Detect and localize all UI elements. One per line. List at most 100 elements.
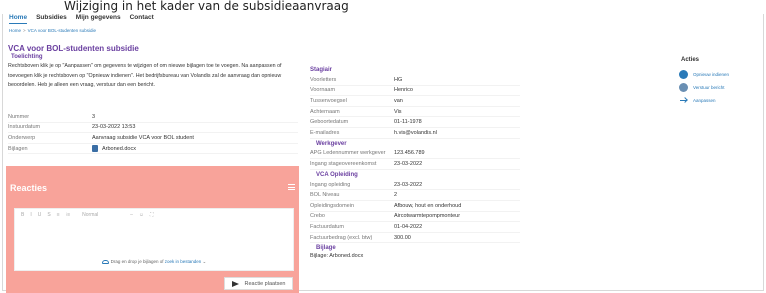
stagiair-heading: Stagiair	[310, 67, 333, 73]
app-frame: Home Subsidies Mijn gegevens Contact Hom…	[2, 12, 765, 293]
detail-row: Factuurbedrag (excl. btw) 300.00	[310, 233, 520, 244]
vca-heading: VCA Opleiding	[316, 171, 358, 178]
meta-label: Instuurdatum	[8, 124, 41, 131]
werkgever-heading: Werkgever	[316, 140, 347, 147]
attachment-name[interactable]: Arboned.docx	[102, 146, 136, 152]
detail-value: 2	[394, 192, 398, 199]
breadcrumb-home[interactable]: Home	[9, 28, 21, 33]
comment-editor[interactable]: B I U S ≡ ⁝≡ Normal – ☺ ⛶ Drag en drop j…	[14, 208, 294, 271]
resubmit-action[interactable]: Opnieuw indienen	[679, 68, 765, 81]
post-reaction-label: Reactie plaatsen	[244, 280, 286, 287]
detail-label: Voorletters	[310, 76, 337, 83]
detail-value: 01-04-2022	[394, 223, 423, 230]
meta-value: 23-03-2022 13:53	[92, 124, 136, 131]
detail-value: Henrico	[394, 87, 413, 94]
actions-panel: Acties Opnieuw indienen Verstuur bericht…	[679, 57, 765, 107]
strikethrough-button[interactable]: S	[47, 212, 50, 218]
drop-text: Drag en drop je bijlagen of	[110, 259, 164, 264]
arrow-right-icon	[679, 96, 688, 105]
resubmit-label: Opnieuw indienen	[693, 72, 730, 77]
meta-row: Instuurdatum 23-03-2022 13:53	[8, 123, 298, 134]
detail-value: HG	[394, 76, 403, 83]
attachment-link[interactable]: Arboned.docx	[92, 145, 136, 153]
toelichting-heading: Toelichting	[11, 54, 43, 60]
chevron-down-icon[interactable]: ⌄	[203, 259, 207, 264]
detail-value: h.vis@volandis.nl	[394, 129, 437, 136]
request-meta: Nummer 3 Instuurdatum 23-03-2022 13:53 O…	[8, 112, 298, 155]
underline-button[interactable]: U	[38, 212, 42, 218]
bijlage-heading: Bijlage	[316, 245, 336, 252]
detail-label: BOL Niveau	[310, 192, 340, 199]
user-message-icon	[679, 83, 688, 92]
breadcrumb-separator: >	[23, 28, 26, 33]
detail-label: Crebo	[310, 213, 325, 220]
meta-row: Bijlagen Arboned.docx	[8, 144, 298, 155]
bullet-list-button[interactable]: ⁝≡	[66, 212, 71, 218]
detail-row: Geboortedatum 01-11-1978	[310, 117, 520, 128]
font-style-select[interactable]: Normal	[82, 212, 124, 218]
bijlage-text: Bijlage: Arboned.docx	[310, 253, 364, 260]
top-navigation: Home Subsidies Mijn gegevens Contact	[9, 14, 154, 24]
word-document-icon	[92, 145, 98, 153]
detail-label: Ingang stageovereenkomst	[310, 160, 377, 167]
detail-row: Voornaam Henrico	[310, 86, 520, 97]
detail-label: Voornaam	[310, 87, 336, 94]
detail-row: BOL Niveau 2	[310, 190, 520, 201]
detail-label: E-mailadres	[310, 129, 340, 136]
detail-row: Ingang opleiding 23-03-2022	[310, 180, 520, 191]
detail-label: Geboortedatum	[310, 119, 349, 126]
nav-home[interactable]: Home	[9, 14, 28, 24]
meta-value: Aanvraag subsidie VCA voor BOL student	[92, 134, 194, 141]
meta-label: Nummer	[8, 113, 30, 120]
emoji-icon[interactable]: ☺	[139, 212, 144, 218]
detail-value: 300.00	[394, 234, 411, 241]
detail-row: Opleidingsdomein Afbouw, hout en onderhou…	[310, 201, 520, 212]
drop-zone[interactable]: Drag en drop je bijlagen of zoek in best…	[15, 259, 293, 265]
detail-label: Ingang opleiding	[310, 181, 351, 188]
italic-button[interactable]: I	[30, 212, 31, 218]
detail-row: Ingang stageovereenkomst 23-03-2022	[310, 159, 520, 170]
ordered-list-button[interactable]: ≡	[57, 212, 60, 218]
nav-mijn-gegevens[interactable]: Mijn gegevens	[76, 14, 121, 24]
bold-button[interactable]: B	[21, 212, 24, 218]
detail-value: 123.456.789	[394, 150, 425, 157]
fullscreen-icon[interactable]: ⛶	[150, 212, 154, 218]
detail-label: Achternaam	[310, 108, 340, 115]
meta-label: Onderwerp	[8, 134, 36, 141]
page-title: VCA voor BOL-studenten subsidie	[8, 44, 139, 53]
meta-row: Onderwerp Aanvraag subsidie VCA voor BOL…	[8, 133, 298, 144]
cloud-upload-icon	[101, 259, 109, 264]
browse-files-link[interactable]: zoek in bestanden	[165, 259, 202, 264]
send-message-label: Verstuur bericht	[693, 85, 725, 90]
editor-toolbar: B I U S ≡ ⁝≡ Normal – ☺ ⛶	[15, 209, 293, 221]
detail-label: APG Ledennummer werkgever	[310, 150, 386, 157]
detail-label: Tussenvoegsel	[310, 97, 347, 104]
meta-value: 3	[92, 113, 96, 120]
detail-value: 23-03-2022	[394, 181, 423, 188]
detail-row: Factuurdatum 01-04-2022	[310, 222, 520, 233]
detail-row: Voorletters HG	[310, 75, 520, 86]
edit-label: Aanpassen	[693, 98, 716, 103]
send-icon	[231, 280, 239, 287]
acties-heading: Acties	[681, 57, 700, 63]
dash-button[interactable]: –	[130, 212, 133, 218]
detail-row: Crebo Aircotwarmtepompmonteur	[310, 212, 520, 223]
nav-contact[interactable]: Contact	[130, 14, 154, 24]
detail-value: Vis	[394, 108, 402, 115]
breadcrumb-current: VCA voor BOL-studenten subsidie	[27, 28, 96, 33]
filter-menu-icon[interactable]	[288, 184, 295, 190]
edit-action[interactable]: Aanpassen	[679, 94, 765, 107]
toelichting-text: Rechtsboven klik je op "Aanpassen" om ge…	[8, 63, 282, 89]
details-panel: Stagiair Voorletters HG Voornaam Henrico T…	[310, 65, 520, 259]
nav-subsidies[interactable]: Subsidies	[36, 14, 67, 24]
detail-label: Opleidingsdomein	[310, 202, 355, 209]
screenshot-caption: Wijziging in het kader van de subsidieaa…	[0, 0, 766, 14]
breadcrumb: Home > VCA voor BOL-studenten subsidie	[9, 28, 96, 33]
reacties-heading: Reacties	[10, 183, 48, 193]
resubmit-icon	[679, 70, 688, 79]
send-message-action[interactable]: Verstuur bericht	[679, 81, 765, 94]
detail-row: E-mailadres h.vis@volandis.nl	[310, 128, 520, 139]
post-reaction-button[interactable]: Reactie plaatsen	[224, 277, 293, 290]
detail-row: APG Ledennummer werkgever 123.456.789	[310, 149, 520, 160]
detail-value: 23-03-2022	[394, 160, 423, 167]
